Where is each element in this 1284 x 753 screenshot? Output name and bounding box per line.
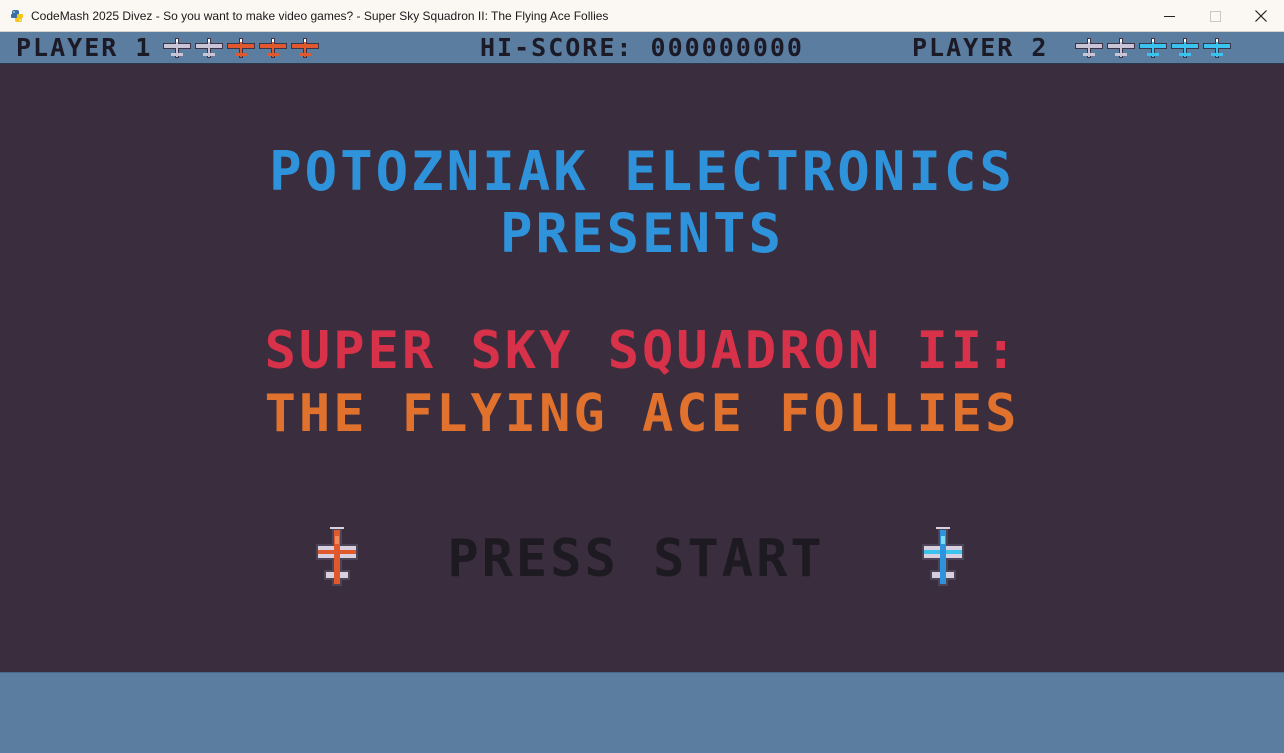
life-plane-icon [1203, 38, 1231, 58]
life-plane-icon [291, 38, 319, 58]
life-plane-icon [195, 38, 223, 58]
game-title-line1: SUPER SKY SQUADRON II: [264, 321, 1020, 381]
presenter-line2: PRESENTS [499, 202, 785, 265]
presenter-text: POTOZNIAK ELECTRONICS PRESENTS [0, 141, 1284, 265]
python-icon [11, 9, 23, 22]
window-controls [1146, 0, 1284, 32]
life-plane-icon [1107, 38, 1135, 58]
life-plane-icon [227, 38, 255, 58]
player2-label: PLAYER 2 [912, 33, 1049, 62]
player1-lives [162, 37, 320, 59]
window-title: CodeMash 2025 Divez - So you want to mak… [31, 8, 609, 23]
game-title-line2: THE FLYING ACE FOLLIES [264, 384, 1020, 444]
player1-label: PLAYER 1 [16, 33, 153, 62]
player2-lives [1074, 37, 1232, 59]
presenter-line1: POTOZNIAK ELECTRONICS [269, 140, 1015, 203]
close-icon [1255, 10, 1267, 22]
orange-plane-icon [316, 527, 358, 586]
game-screen[interactable]: POTOZNIAK ELECTRONICS PRESENTS SUPER SKY… [0, 64, 1284, 672]
bottom-bar [0, 672, 1284, 753]
maximize-icon [1209, 10, 1221, 22]
hud-bar: PLAYER 1 HI-SCORE: 000000000 PLAYER 2 [0, 32, 1284, 64]
hiscore-display: HI-SCORE: 000000000 [480, 33, 804, 62]
window-titlebar[interactable]: CodeMash 2025 Divez - So you want to mak… [0, 0, 1284, 32]
game-window: CodeMash 2025 Divez - So you want to mak… [0, 0, 1284, 753]
press-start-prompt[interactable]: PRESS START [430, 530, 842, 588]
minimize-button[interactable] [1146, 0, 1192, 32]
minimize-icon [1163, 15, 1175, 17]
life-plane-icon [1171, 38, 1199, 58]
blue-plane-icon [922, 527, 964, 586]
life-plane-icon [1075, 38, 1103, 58]
close-button[interactable] [1238, 0, 1284, 32]
maximize-button[interactable] [1192, 0, 1238, 32]
life-plane-icon [1139, 38, 1167, 58]
life-plane-icon [163, 38, 191, 58]
life-plane-icon [259, 38, 287, 58]
